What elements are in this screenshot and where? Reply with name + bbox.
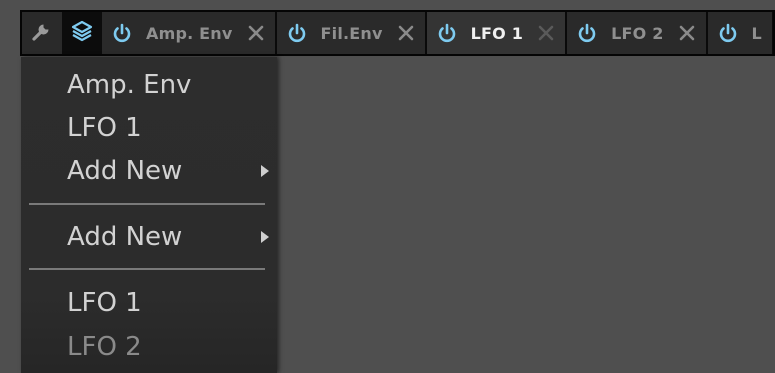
settings-button[interactable] <box>22 12 62 54</box>
tab-fil-env[interactable]: Fil.Env <box>276 12 427 54</box>
menu-item-lfo-1[interactable]: LFO 1 <box>67 284 277 322</box>
menu-item-add-new[interactable]: Add New <box>67 218 277 256</box>
power-icon[interactable] <box>110 21 134 45</box>
menu-item-lfo-2: LFO 2 <box>67 328 277 366</box>
power-icon[interactable] <box>575 21 599 45</box>
close-icon[interactable] <box>397 24 415 42</box>
tab-amp-env[interactable]: Amp. Env <box>102 12 277 54</box>
submenu-arrow-icon <box>261 231 269 243</box>
power-icon[interactable] <box>716 21 740 45</box>
tab-label: LFO 1 <box>470 23 524 43</box>
close-icon[interactable] <box>247 24 265 42</box>
menu-item-label: LFO 2 <box>67 332 142 362</box>
tab-label: Fil.Env <box>320 23 383 43</box>
tab-label: Amp. Env <box>146 23 233 43</box>
power-icon[interactable] <box>435 21 459 45</box>
wrench-icon <box>31 20 53 46</box>
menu-item-label: Add New <box>67 156 183 186</box>
layers-icon <box>71 20 93 46</box>
menu-separator <box>29 203 265 205</box>
dropdown-menu: Amp. Env LFO 1 Add New Add New LFO 1 LFO… <box>21 57 277 373</box>
power-icon[interactable] <box>285 21 309 45</box>
menu-item-add-new[interactable]: Add New <box>67 152 277 190</box>
menu-item-label: LFO 1 <box>67 288 142 318</box>
menu-item-label: Add New <box>67 222 183 252</box>
tab-lfo-2[interactable]: LFO 2 <box>567 12 708 54</box>
close-icon[interactable] <box>678 24 696 42</box>
menu-separator <box>29 268 265 270</box>
submenu-arrow-icon <box>261 165 269 177</box>
menu-item-label: Amp. Env <box>67 70 192 100</box>
tab-partial[interactable]: L <box>707 12 773 54</box>
layers-button[interactable] <box>62 12 102 54</box>
tab-label: LFO 2 <box>611 23 664 43</box>
menu-item-amp-env[interactable]: Amp. Env <box>67 66 277 104</box>
menu-item-label: LFO 1 <box>67 113 142 143</box>
tab-label: L <box>751 23 762 43</box>
menu-item-lfo-1[interactable]: LFO 1 <box>67 109 277 147</box>
tab-lfo-1[interactable]: LFO 1 <box>426 12 568 54</box>
module-tab-bar: Amp. Env Fil.Env LFO 1 LFO 2 L <box>20 10 775 56</box>
close-icon[interactable] <box>537 24 555 42</box>
